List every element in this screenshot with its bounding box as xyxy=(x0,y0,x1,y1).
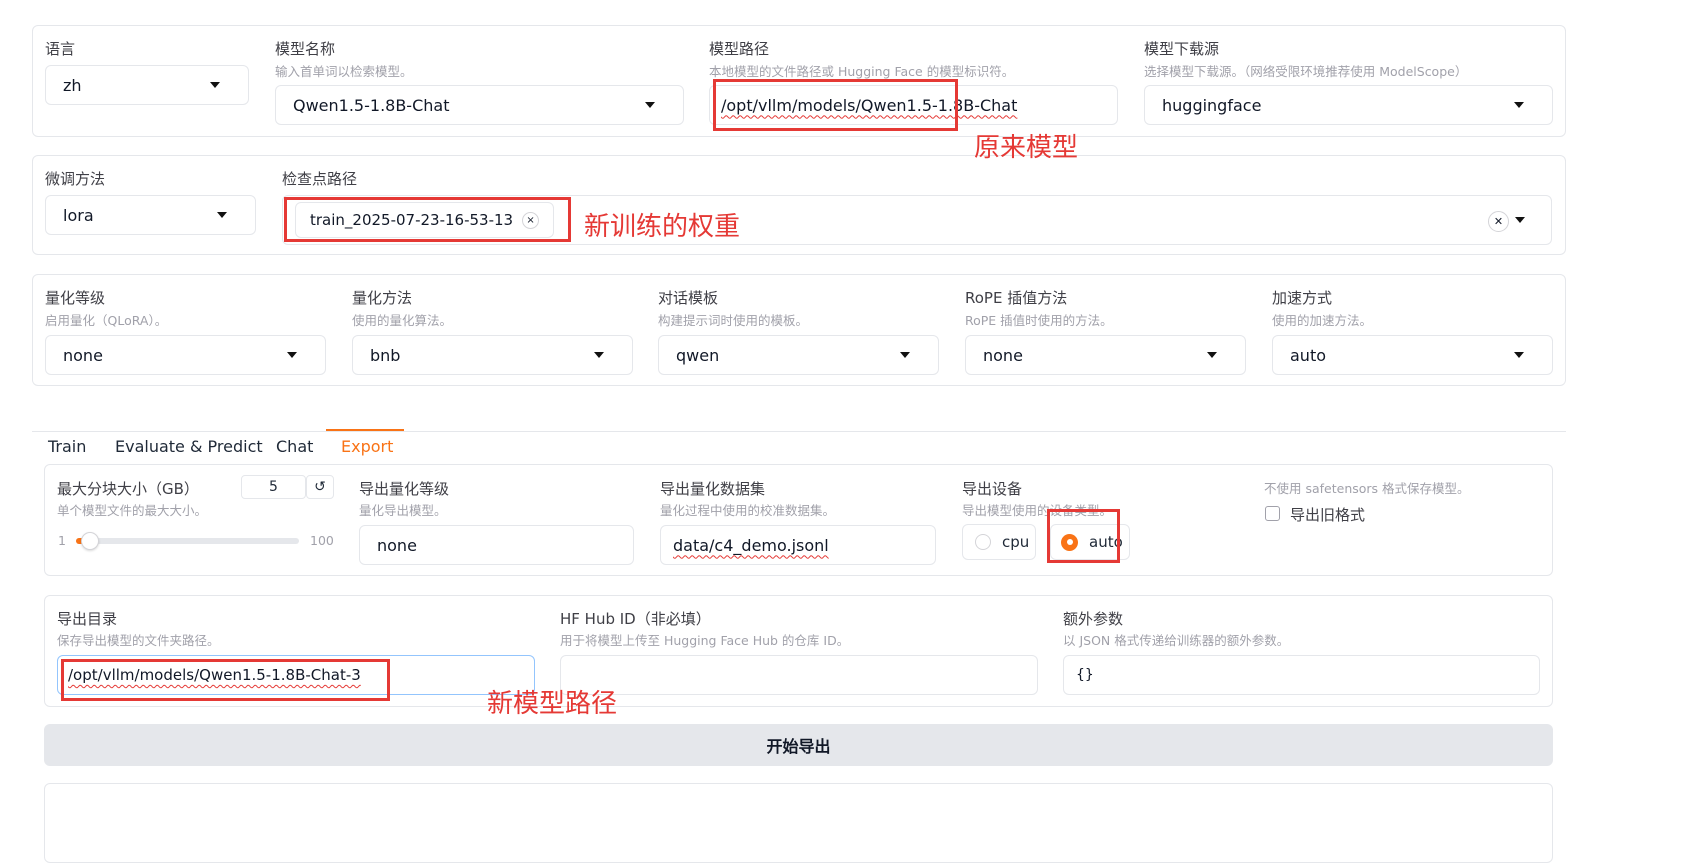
model-name-info: 输入首单词以检索模型。 xyxy=(275,64,413,79)
reset-icon[interactable]: ↺ xyxy=(306,475,334,499)
quant-method-value: bnb xyxy=(370,345,401,365)
extra-args-input[interactable]: {} xyxy=(1063,655,1540,695)
template-info: 构建提示词时使用的模板。 xyxy=(658,313,809,328)
shard-label: 最大分块大小（GB） xyxy=(57,480,199,498)
output-panel xyxy=(44,783,1553,863)
rope-value: none xyxy=(983,345,1023,365)
quant-method-info: 使用的量化算法。 xyxy=(352,313,453,328)
chevron-down-icon xyxy=(1514,352,1524,358)
extra-args-label: 额外参数 xyxy=(1063,610,1124,628)
quant-bit-label: 量化等级 xyxy=(45,289,106,307)
shard-info: 单个模型文件的最大大小。 xyxy=(57,503,208,518)
chevron-down-icon xyxy=(1515,217,1525,223)
quant-dataset-input[interactable]: data/c4_demo.jsonl xyxy=(660,525,936,565)
lang-dropdown[interactable]: zh xyxy=(45,65,249,105)
quant-dataset-info: 量化过程中使用的校准数据集。 xyxy=(660,503,836,518)
device-cpu-label: cpu xyxy=(1002,533,1030,551)
annotation-original-model: 原来模型 xyxy=(974,133,1079,163)
radio-icon xyxy=(975,534,991,550)
hub-info: 选择模型下载源。（网络受限环境推荐使用 ModelScope） xyxy=(1144,64,1468,79)
tab-chat[interactable]: Chat xyxy=(276,437,313,456)
export-dir-info: 保存导出模型的文件夹路径。 xyxy=(57,633,220,648)
export-quant-value: none xyxy=(377,535,417,555)
rope-dropdown[interactable]: none xyxy=(965,335,1246,375)
model-path-label: 模型路径 xyxy=(709,40,770,58)
hub-id-input[interactable] xyxy=(560,655,1038,695)
tab-evaluate-predict[interactable]: Evaluate & Predict xyxy=(115,437,263,456)
hub-id-info: 用于将模型上传至 Hugging Face Hub 的仓库 ID。 xyxy=(560,633,850,648)
template-label: 对话模板 xyxy=(658,289,719,307)
rope-label: RoPE 插值方法 xyxy=(965,289,1068,307)
annotation-box-checkpoint xyxy=(284,197,571,242)
clear-all-icon[interactable]: ✕ xyxy=(1488,211,1509,232)
hub-value: huggingface xyxy=(1162,95,1262,115)
hub-id-label: HF Hub ID（非必填） xyxy=(560,610,711,628)
template-value: qwen xyxy=(676,345,720,365)
annotation-box-device-auto xyxy=(1047,509,1120,563)
hub-label: 模型下载源 xyxy=(1144,40,1220,58)
annotation-new-path: 新模型路径 xyxy=(487,689,618,719)
quant-dataset-label: 导出量化数据集 xyxy=(660,480,766,498)
checkpoint-label: 检查点路径 xyxy=(282,170,358,188)
quant-method-label: 量化方法 xyxy=(352,289,413,307)
tab-train[interactable]: Train xyxy=(48,437,86,456)
chevron-down-icon xyxy=(1514,102,1524,108)
quant-bit-dropdown[interactable]: none xyxy=(45,335,326,375)
chevron-down-icon xyxy=(1207,352,1217,358)
model-name-dropdown[interactable]: Qwen1.5-1.8B-Chat xyxy=(275,85,684,125)
chevron-down-icon xyxy=(210,82,220,88)
booster-value: auto xyxy=(1290,345,1327,365)
start-export-label: 开始导出 xyxy=(766,737,831,756)
legacy-label: 导出旧格式 xyxy=(1290,506,1366,524)
booster-label: 加速方式 xyxy=(1272,289,1333,307)
booster-dropdown[interactable]: auto xyxy=(1272,335,1553,375)
chevron-down-icon xyxy=(594,352,604,358)
rope-info: RoPE 插值时使用的方法。 xyxy=(965,313,1113,328)
chevron-down-icon xyxy=(287,352,297,358)
shard-min: 1 xyxy=(58,533,66,548)
legacy-checkbox[interactable] xyxy=(1265,506,1280,521)
tab-export[interactable]: Export xyxy=(341,437,393,456)
template-dropdown[interactable]: qwen xyxy=(658,335,939,375)
export-quant-label: 导出量化等级 xyxy=(359,480,450,498)
chevron-down-icon xyxy=(900,352,910,358)
shard-value: 5 xyxy=(269,479,278,495)
booster-info: 使用的加速方法。 xyxy=(1272,313,1373,328)
tab-bar-divider xyxy=(32,431,1566,432)
chevron-down-icon xyxy=(217,212,227,218)
quant-bit-value: none xyxy=(63,345,103,365)
chevron-down-icon xyxy=(645,102,655,108)
lang-value: zh xyxy=(63,75,82,95)
export-quant-dropdown[interactable]: none xyxy=(359,525,634,565)
device-label: 导出设备 xyxy=(962,480,1023,498)
start-export-button[interactable]: 开始导出 xyxy=(44,724,1553,766)
finetune-label: 微调方法 xyxy=(45,170,106,188)
lang-label: 语言 xyxy=(45,40,76,58)
tab-export-underline xyxy=(326,429,404,431)
annotation-box-original-model xyxy=(713,79,958,131)
extra-args-info: 以 JSON 格式传递给训练器的额外参数。 xyxy=(1063,633,1290,648)
export-dir-label: 导出目录 xyxy=(57,610,118,628)
quant-bit-info: 启用量化（QLoRA）。 xyxy=(45,313,168,328)
quant-method-dropdown[interactable]: bnb xyxy=(352,335,633,375)
annotation-box-export-dir xyxy=(61,659,390,701)
model-name-value: Qwen1.5-1.8B-Chat xyxy=(293,95,450,115)
annotation-new-weights: 新训练的权重 xyxy=(584,212,741,242)
device-option-cpu[interactable]: cpu xyxy=(962,524,1036,560)
hub-dropdown[interactable]: huggingface xyxy=(1144,85,1553,125)
finetune-value: lora xyxy=(63,205,94,225)
model-name-label: 模型名称 xyxy=(275,40,336,58)
quant-dataset-value: data/c4_demo.jsonl xyxy=(673,535,829,555)
shard-slider-track[interactable] xyxy=(76,538,299,544)
finetune-dropdown[interactable]: lora xyxy=(45,195,256,235)
shard-slider-handle[interactable] xyxy=(80,532,99,550)
shard-number-input[interactable]: 5 xyxy=(241,475,306,499)
legacy-info: 不使用 safetensors 格式保存模型。 xyxy=(1264,481,1470,496)
model-path-info: 本地模型的文件路径或 Hugging Face 的模型标识符。 xyxy=(709,64,1015,79)
extra-args-value: {} xyxy=(1076,667,1094,683)
shard-max: 100 xyxy=(310,533,334,548)
export-quant-info: 量化导出模型。 xyxy=(359,503,447,518)
